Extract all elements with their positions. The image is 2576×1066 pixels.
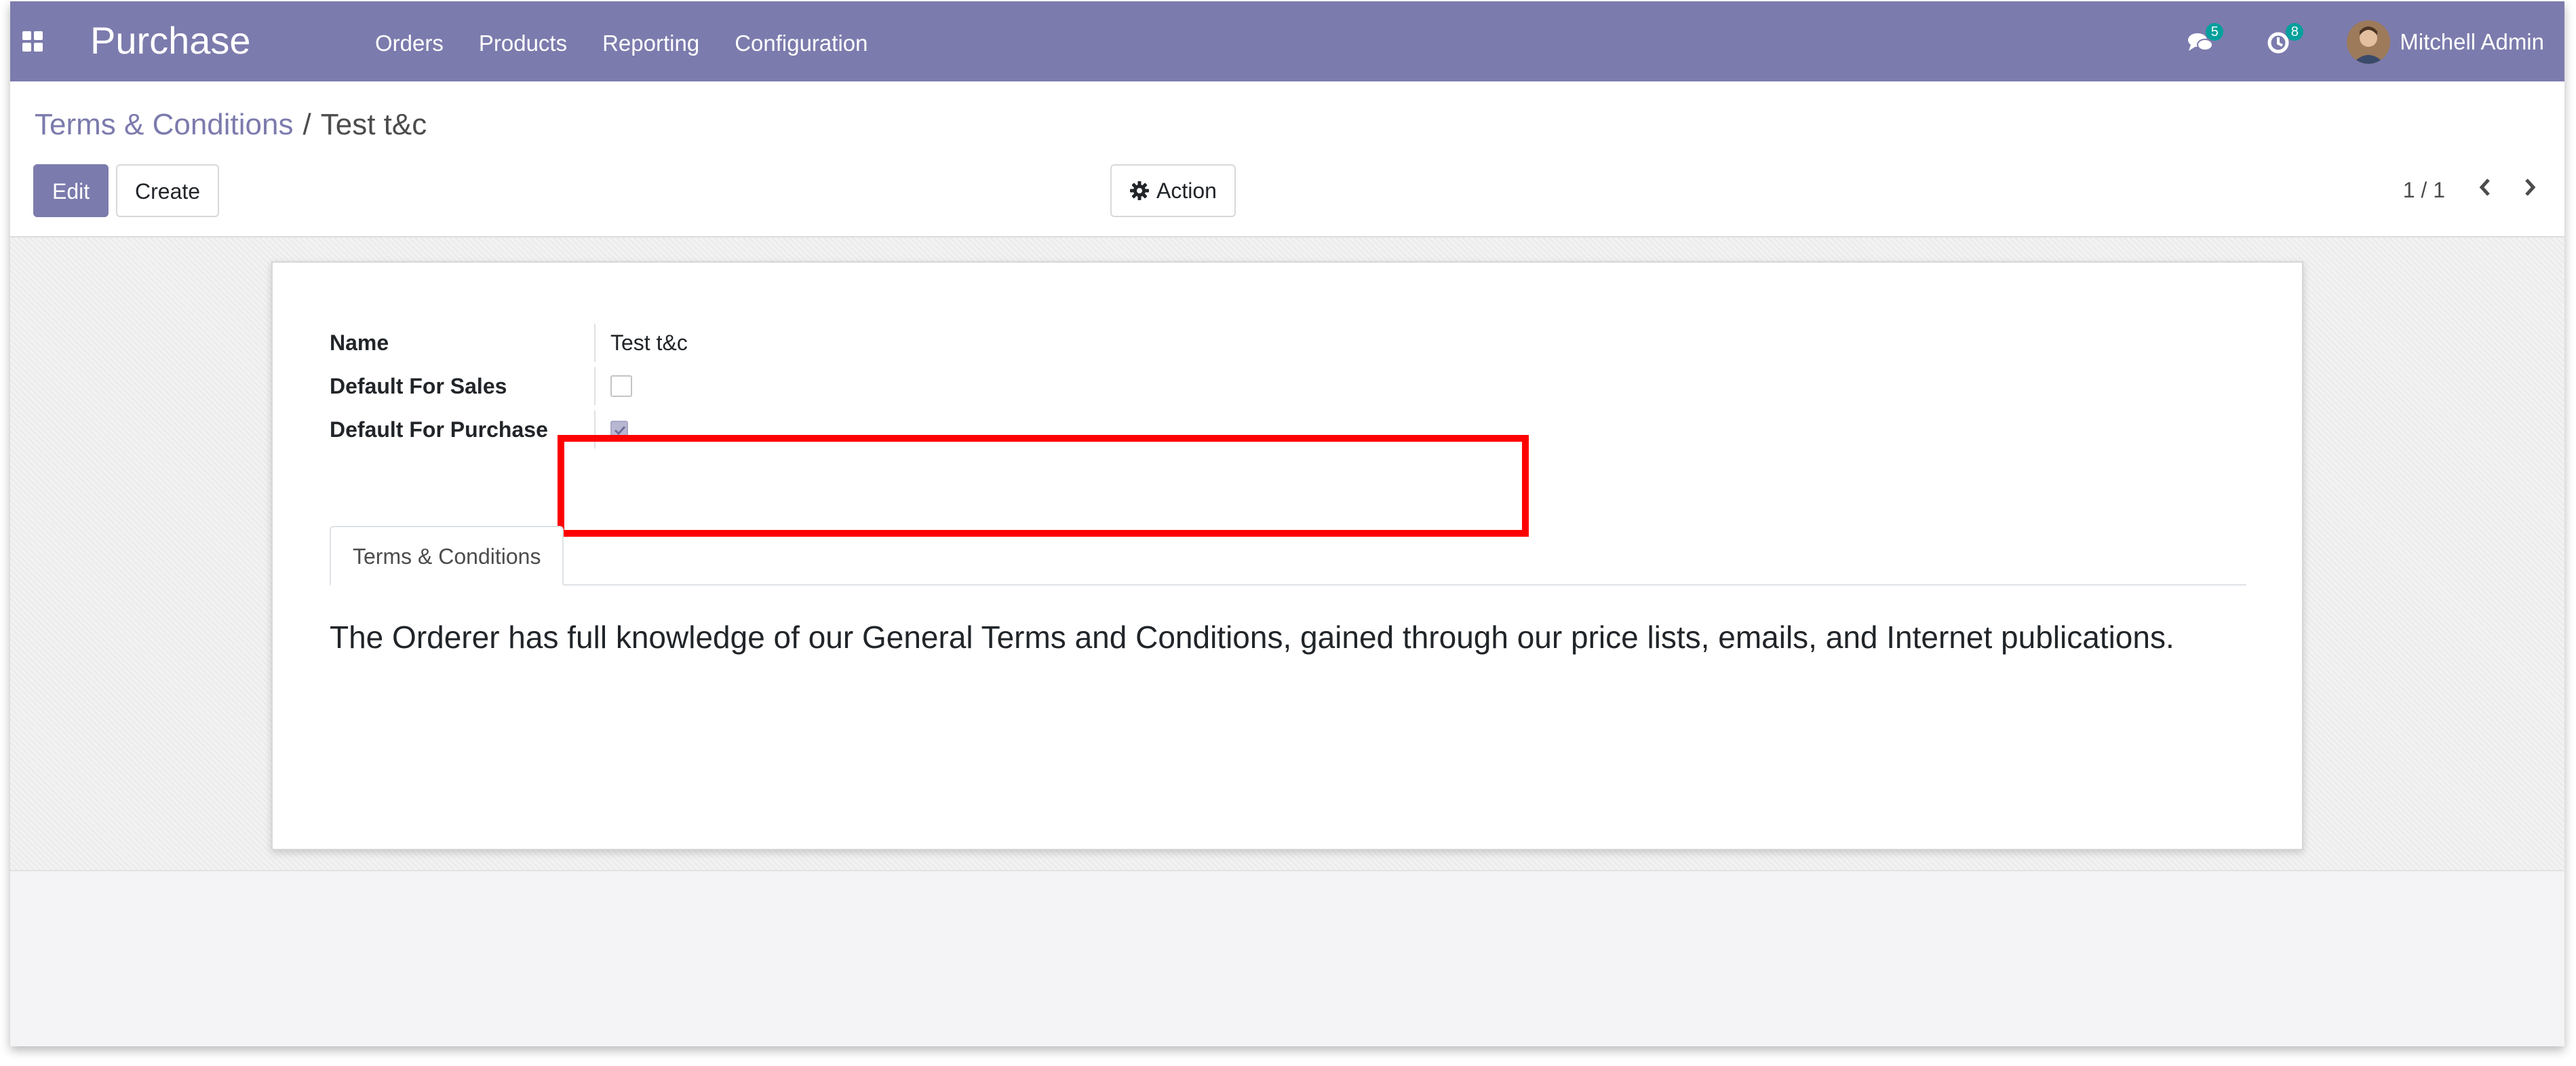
breadcrumb-current: Test t&c: [320, 108, 427, 141]
menu-item-orders[interactable]: Orders: [357, 26, 461, 61]
name-value: Test t&c: [610, 330, 688, 355]
menu-item-products[interactable]: Products: [461, 26, 585, 61]
chevron-right-icon: [2525, 178, 2536, 196]
notebook-tabs: Terms & Conditions: [330, 525, 2246, 586]
control-panel: Terms & Conditions / Test t&c Edit Create: [10, 81, 2564, 237]
main-menu: Orders Products Reporting Configuration: [357, 26, 885, 61]
tab-terms-conditions[interactable]: Terms & Conditions: [330, 526, 564, 586]
field-row-default-sales: Default For Sales: [330, 367, 632, 405]
action-button-label: Action: [1156, 178, 1217, 203]
breadcrumb: Terms & Conditions / Test t&c: [35, 106, 427, 144]
messages-systray[interactable]: 5: [2187, 23, 2224, 56]
app-window: Purchase Orders Products Reporting Confi…: [10, 1, 2564, 1046]
form-sheet: Name Test t&c Default For Sales Default …: [271, 261, 2303, 850]
create-button[interactable]: Create: [116, 164, 220, 217]
form-view: Name Test t&c Default For Sales Default …: [10, 237, 2564, 871]
pager-value[interactable]: 1 / 1: [2403, 170, 2445, 210]
breadcrumb-parent[interactable]: Terms & Conditions: [35, 108, 293, 141]
activities-badge: 8: [2286, 23, 2304, 41]
pager: 1 / 1: [2403, 170, 2537, 210]
checkmark-icon: [614, 425, 626, 436]
app-title[interactable]: Purchase: [90, 16, 251, 65]
default-sales-checkbox[interactable]: [610, 375, 632, 397]
menu-item-configuration[interactable]: Configuration: [717, 26, 885, 61]
menu-item-reporting[interactable]: Reporting: [585, 26, 717, 61]
empty-area: [10, 871, 2564, 1046]
pager-next[interactable]: [2522, 170, 2537, 210]
name-label: Name: [330, 324, 596, 362]
top-navbar: Purchase Orders Products Reporting Confi…: [10, 1, 2564, 81]
breadcrumb-separator: /: [303, 108, 311, 141]
highlight-box: [558, 435, 1529, 537]
apps-menu-icon[interactable]: [22, 31, 43, 52]
action-button[interactable]: Action: [1110, 164, 1236, 217]
activities-systray[interactable]: 8: [2267, 23, 2304, 56]
gear-icon: [1130, 181, 1149, 200]
default-purchase-label: Default For Purchase: [330, 411, 596, 449]
chevron-left-icon: [2479, 178, 2490, 196]
edit-button[interactable]: Edit: [33, 164, 109, 217]
user-avatar[interactable]: [2347, 20, 2391, 64]
messages-badge: 5: [2206, 23, 2224, 41]
default-sales-label: Default For Sales: [330, 367, 596, 405]
systray: 5 8 Mitchell Admin: [2187, 18, 2544, 66]
user-name[interactable]: Mitchell Admin: [2400, 29, 2544, 55]
terms-text: The Orderer has full knowledge of our Ge…: [330, 620, 2174, 655]
field-row-name: Name Test t&c: [330, 324, 688, 362]
pager-previous[interactable]: [2478, 170, 2493, 210]
